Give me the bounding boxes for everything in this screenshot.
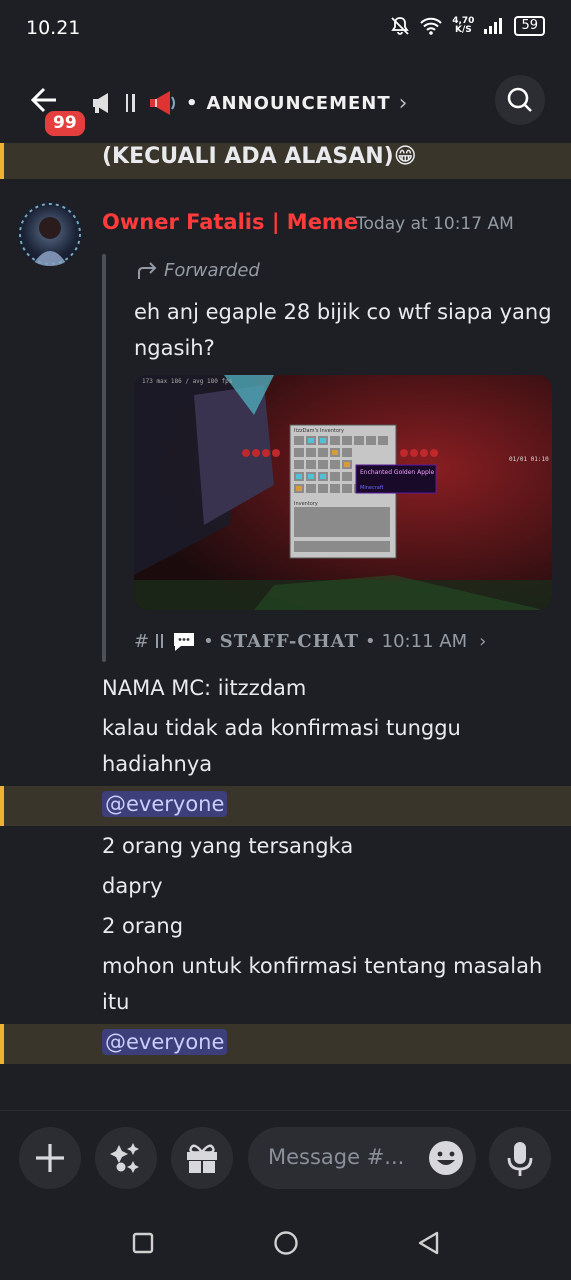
status-icons: 4,70 K/S 59 (390, 16, 545, 36)
loudspeaker-emoji-icon (150, 91, 175, 115)
home-icon[interactable] (273, 1230, 299, 1256)
everyone-mention[interactable]: @everyone (102, 1029, 228, 1055)
message-placeholder: Message #... (268, 1145, 405, 1169)
message-line: mohon untuk konfirmasi tentang masalah (102, 954, 543, 978)
message-input[interactable]: Message #... (248, 1127, 476, 1189)
image-attachment[interactable]: 173 max 186 / avg 180 fps 01/01 01:10 It… (134, 375, 552, 610)
chevron-right-icon: › (479, 630, 487, 652)
net-speed: 4,70 K/S (452, 16, 475, 35)
search-button[interactable] (495, 75, 545, 125)
tooltip-title: Enchanted Golden Apple (360, 469, 435, 476)
unread-badge: 99 (42, 108, 88, 139)
separator-bars-icon (156, 634, 164, 648)
forwarded-label: Forwarded (136, 260, 260, 281)
channel-name: ANNOUNCEMENT (206, 92, 391, 114)
add-attachment-button[interactable] (19, 1127, 81, 1189)
chevron-right-icon: › (398, 90, 409, 116)
source-bullet: • (203, 630, 214, 652)
message-line: kalau tidak ada konfirmasi tunggu (102, 716, 461, 740)
mention-line: @everyone (102, 1029, 228, 1055)
minecraft-screenshot-image: 173 max 186 / avg 180 fps 01/01 01:10 It… (134, 375, 552, 610)
search-icon (507, 87, 532, 112)
forward-arrow-icon (138, 261, 157, 279)
mute-bell-icon (391, 17, 409, 35)
apps-sparkle-icon (110, 1143, 139, 1173)
microphone-icon (507, 1142, 533, 1176)
gift-button[interactable] (171, 1127, 233, 1189)
speech-bubble-icon (174, 633, 195, 651)
mention-highlight (0, 786, 571, 826)
everyone-mention[interactable]: @everyone (102, 791, 228, 817)
svg-text:173 max 186 / avg 180 fps: 173 max 186 / avg 180 fps (142, 378, 233, 385)
composer-bar: Message #... (0, 1110, 571, 1211)
forwarded-text: eh anj egaple 28 bijik co wtf siapa yang… (134, 300, 552, 360)
battery-indicator: 59 (514, 16, 545, 36)
source-channel: STAFF-CHAT (219, 630, 360, 652)
status-time: 10.21 (26, 17, 81, 39)
channel-header: 99 • ANNOUNCEMENT › (0, 68, 571, 148)
message-line: 2 orang yang tersangka (102, 834, 354, 858)
emoji-icon[interactable] (428, 1140, 464, 1176)
separator-bars-icon (126, 94, 135, 112)
avatar-image-icon (19, 203, 81, 266)
message-line: dapry (102, 874, 163, 898)
message-timestamp: Today at 10:17 AM (356, 214, 514, 234)
voice-message-button[interactable] (489, 1127, 551, 1189)
wifi-icon (420, 17, 442, 35)
channel-title[interactable]: • ANNOUNCEMENT › (90, 88, 408, 118)
forward-source[interactable]: # • STAFF-CHAT • 10:11 AM › (134, 630, 486, 652)
source-time: 10:11 AM (381, 630, 468, 652)
message-line: (KECUALI ADA ALASAN)😁 (102, 144, 417, 169)
inventory-title: ItzzDam's Inventory (294, 428, 344, 434)
message-line: 2 orang (102, 914, 184, 938)
system-nav-bar (0, 1210, 571, 1280)
inventory-label: Inventory (294, 501, 318, 507)
mention-highlight (0, 1024, 571, 1064)
back-triangle-icon[interactable] (416, 1230, 442, 1256)
message-line: hadiahnya (102, 752, 213, 776)
megaphone-icon (93, 93, 108, 113)
plus-icon (36, 1144, 64, 1172)
source-bullet: • (365, 630, 376, 652)
signal-icon (484, 18, 503, 34)
forward-quote-bar (102, 254, 106, 662)
title-bullet: • (186, 92, 199, 114)
svg-text:01/01 01:10: 01/01 01:10 (509, 456, 549, 463)
status-bar: 10.21 4,70 K/S 59 (0, 0, 571, 58)
tooltip-sub: Minecraft (360, 485, 383, 491)
mention-line: @everyone (102, 791, 228, 817)
source-hash: # (134, 630, 150, 652)
recent-apps-icon[interactable] (132, 1232, 154, 1254)
apps-button[interactable] (95, 1127, 157, 1189)
message-line: NAMA MC: iitzzdam (102, 676, 307, 700)
avatar[interactable] (18, 202, 82, 266)
gift-icon (187, 1144, 217, 1173)
message-author[interactable]: Owner Fatalis | Meme (102, 210, 358, 234)
message-line: itu (102, 990, 130, 1014)
